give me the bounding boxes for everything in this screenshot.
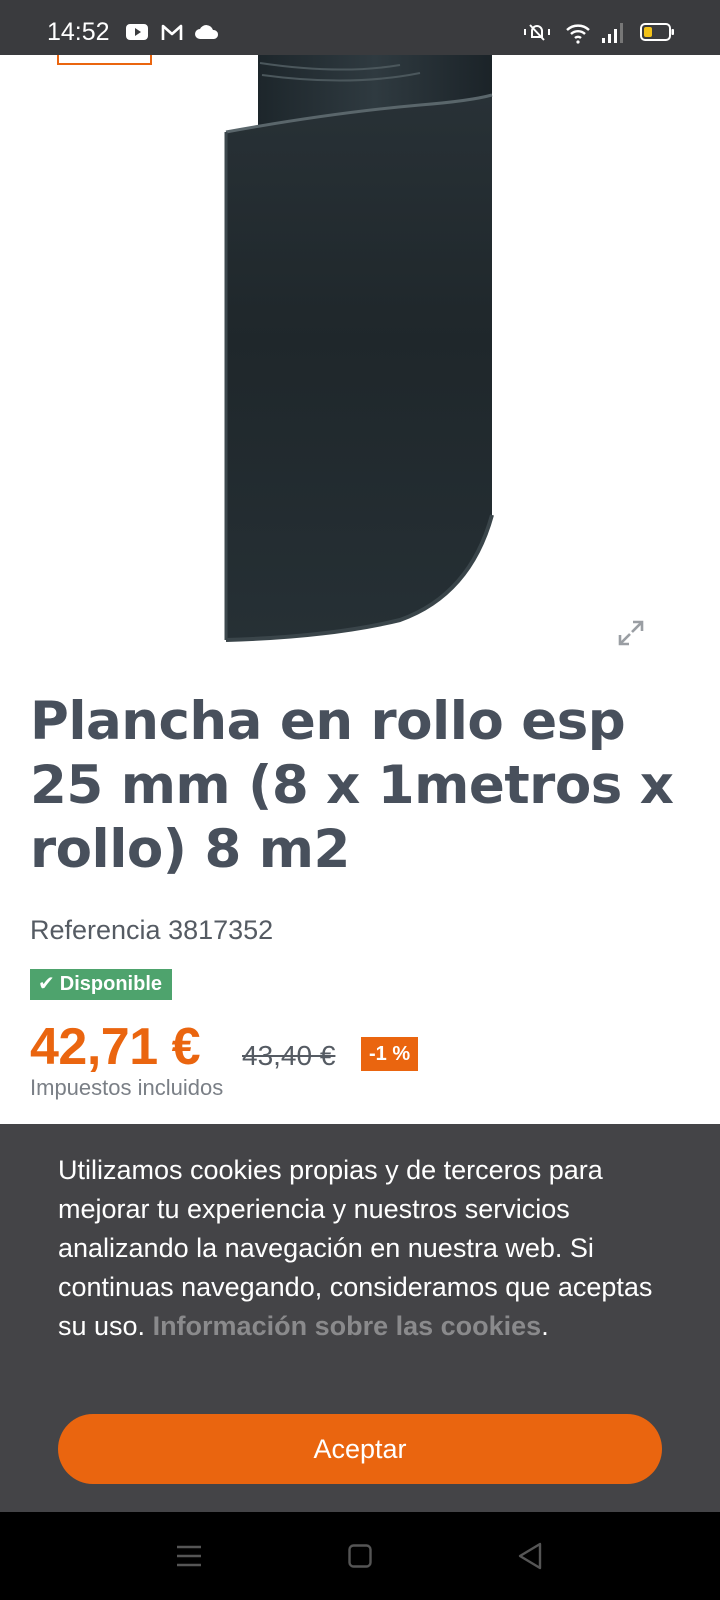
home-icon[interactable]	[348, 1544, 372, 1568]
taxes-note: Impuestos incluidos	[30, 1075, 224, 1100]
menu-icon[interactable]	[176, 1544, 202, 1568]
discount-badge: -1 %	[361, 1037, 419, 1071]
cookie-info-link[interactable]: Información sobre las cookies	[153, 1311, 542, 1341]
system-nav-bar	[0, 1512, 720, 1600]
product-price: 42,71 €	[30, 1018, 201, 1076]
cookie-trailing: .	[541, 1311, 549, 1341]
gmail-icon	[161, 24, 183, 40]
product-image	[224, 55, 494, 642]
expand-icon[interactable]	[618, 620, 644, 646]
check-icon: ✔	[38, 973, 55, 995]
signal-icon	[602, 23, 623, 43]
old-price: 43,40 €	[242, 1040, 336, 1071]
availability-label: Disponible	[59, 973, 162, 995]
cookie-text: Utilizamos cookies propias y de terceros…	[58, 1151, 678, 1346]
youtube-icon	[126, 24, 148, 40]
status-bar: 14:52	[0, 0, 720, 55]
back-icon[interactable]	[518, 1542, 542, 1570]
product-image-area[interactable]	[0, 55, 720, 675]
mute-vibrate-icon	[524, 24, 550, 41]
status-time: 14:52	[47, 18, 110, 46]
product-title: Plancha en rollo esp 25 mm (8 x 1metros …	[30, 691, 674, 880]
accept-button[interactable]: Aceptar	[58, 1414, 662, 1484]
cloud-icon	[195, 25, 219, 39]
product-reference: Referencia 3817352	[30, 915, 274, 945]
cookie-banner: Utilizamos cookies propias y de terceros…	[0, 1124, 720, 1512]
battery-icon	[640, 23, 674, 41]
wifi-icon	[566, 24, 590, 44]
availability-badge: ✔ Disponible	[30, 969, 172, 1000]
